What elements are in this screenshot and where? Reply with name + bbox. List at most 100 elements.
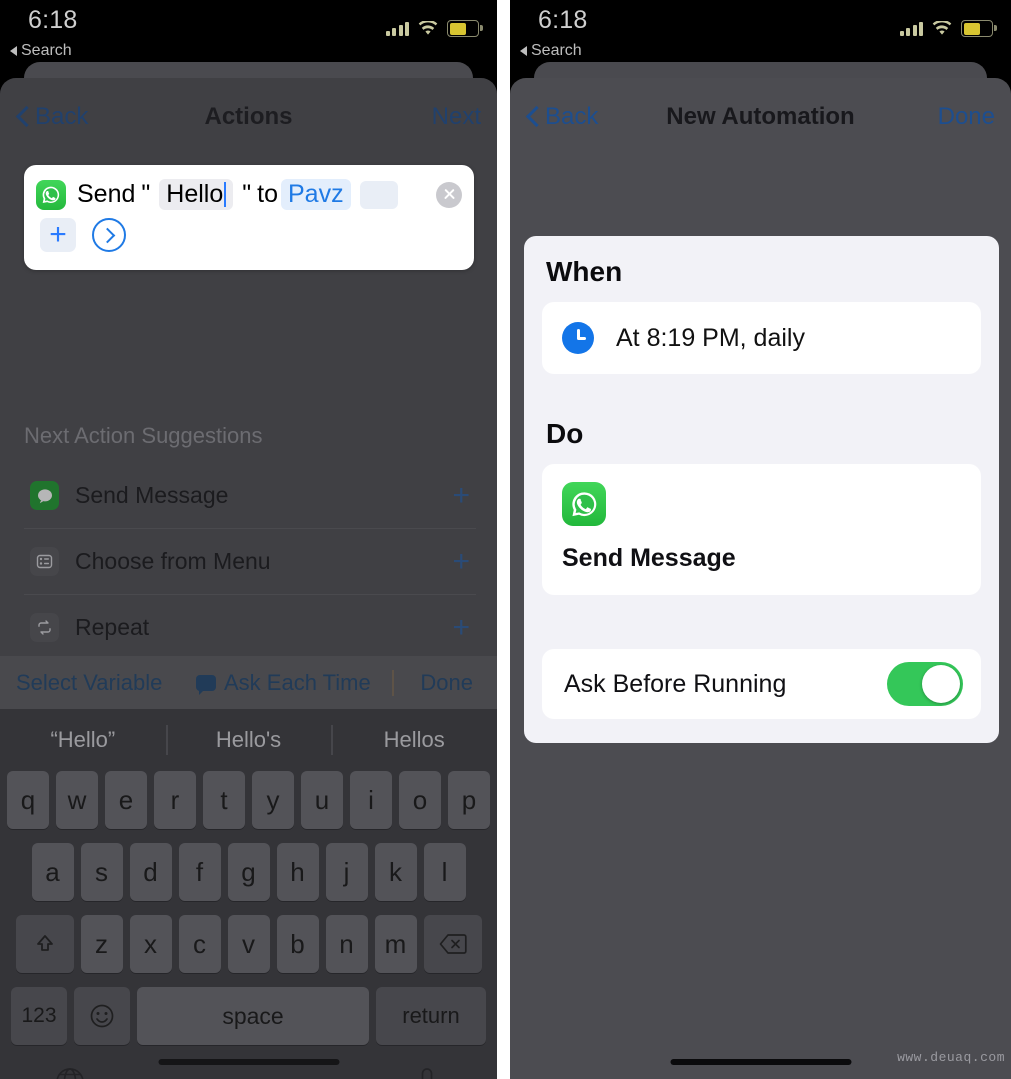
do-heading: Do bbox=[546, 418, 584, 449]
keyboard-done-button[interactable]: Done bbox=[420, 670, 473, 696]
trigger-label: At 8:19 PM, daily bbox=[616, 323, 805, 352]
key-c[interactable]: c bbox=[178, 915, 221, 973]
add-action-button[interactable]: + bbox=[452, 480, 470, 511]
keyboard-row-3: zxcvbnm bbox=[3, 915, 494, 973]
return-key[interactable]: return bbox=[376, 987, 486, 1045]
new-automation-sheet: Back New Automation Done When At 8:19 PM… bbox=[510, 78, 1011, 1079]
status-back-label: Search bbox=[531, 42, 582, 59]
key-x[interactable]: x bbox=[129, 915, 172, 973]
key-t[interactable]: t bbox=[203, 771, 245, 829]
add-action-button[interactable]: + bbox=[452, 546, 470, 577]
numbers-key[interactable]: 123 bbox=[11, 987, 67, 1045]
key-n[interactable]: n bbox=[325, 915, 368, 973]
suggestion-divider bbox=[331, 725, 333, 755]
key-d[interactable]: d bbox=[129, 843, 172, 901]
back-button-label: Back bbox=[35, 103, 89, 130]
key-g[interactable]: g bbox=[227, 843, 270, 901]
quote-open: " bbox=[141, 180, 151, 208]
back-button[interactable]: Back bbox=[526, 103, 598, 131]
action-row[interactable]: Send Message bbox=[542, 464, 981, 595]
phone-screenshot-right: 6:18 Search Back New Automation Done Whe… bbox=[510, 0, 1011, 1079]
key-u[interactable]: u bbox=[301, 771, 343, 829]
key-r[interactable]: r bbox=[154, 771, 196, 829]
emoji-key[interactable] bbox=[74, 987, 130, 1045]
predictive-suggestions-bar: “Hello” Hello's Hellos bbox=[0, 709, 497, 771]
message-input[interactable]: Hello bbox=[159, 179, 234, 210]
key-j[interactable]: j bbox=[325, 843, 368, 901]
keyboard-row-2: asdfghjkl bbox=[3, 843, 494, 901]
ask-before-running-row[interactable]: Ask Before Running bbox=[542, 649, 981, 719]
whatsapp-icon bbox=[36, 179, 66, 210]
keyboard-rows: qwertyuiop asdfghjkl zxcvbnm 123 space r… bbox=[0, 771, 497, 1079]
phone-screenshot-left: 6:18 Search Back Actions Next Next Actio… bbox=[0, 0, 497, 1079]
key-l[interactable]: l bbox=[423, 843, 466, 901]
keyboard-row-1: qwertyuiop bbox=[3, 771, 494, 829]
key-p[interactable]: p bbox=[448, 771, 490, 829]
add-action-button[interactable]: + bbox=[452, 612, 470, 643]
nav-bar-left: Back Actions Next bbox=[0, 78, 497, 156]
menu-list-icon bbox=[30, 547, 59, 576]
select-variable-button[interactable]: Select Variable bbox=[16, 670, 162, 696]
clear-text-icon[interactable] bbox=[436, 181, 462, 208]
microphone-icon[interactable] bbox=[410, 1065, 444, 1079]
action-sentence: Send " Hello " to Pavz bbox=[24, 165, 474, 210]
key-k[interactable]: k bbox=[374, 843, 417, 901]
ask-before-running-toggle[interactable] bbox=[887, 662, 963, 706]
status-back-to-search[interactable]: Search bbox=[520, 42, 582, 60]
keyboard-accessory-bar: Select Variable Ask Each Time Done bbox=[0, 656, 497, 709]
home-indicator bbox=[670, 1059, 851, 1065]
recipient-add-field[interactable] bbox=[359, 180, 398, 209]
action-editor-card[interactable]: Send " Hello " to Pavz + bbox=[24, 165, 474, 270]
panel-gap bbox=[497, 0, 510, 1079]
key-q[interactable]: q bbox=[7, 771, 49, 829]
recipient-field[interactable]: Pavz bbox=[280, 179, 351, 210]
key-f[interactable]: f bbox=[178, 843, 221, 901]
key-s[interactable]: s bbox=[80, 843, 123, 901]
message-value: Hello bbox=[166, 180, 224, 208]
key-y[interactable]: y bbox=[252, 771, 294, 829]
key-o[interactable]: o bbox=[399, 771, 441, 829]
wifi-icon bbox=[418, 21, 438, 36]
shift-key[interactable] bbox=[15, 915, 74, 973]
ask-each-time-label: Ask Each Time bbox=[224, 669, 371, 695]
key-i[interactable]: i bbox=[350, 771, 392, 829]
predictive-suggestion[interactable]: “Hello” bbox=[0, 727, 166, 753]
key-z[interactable]: z bbox=[80, 915, 123, 973]
globe-icon[interactable] bbox=[53, 1065, 87, 1079]
key-a[interactable]: a bbox=[31, 843, 74, 901]
signal-bars-icon bbox=[385, 21, 409, 36]
key-v[interactable]: v bbox=[227, 915, 270, 973]
status-back-to-search[interactable]: Search bbox=[10, 42, 72, 60]
back-button[interactable]: Back bbox=[16, 103, 88, 131]
status-indicators bbox=[899, 20, 997, 37]
trigger-row[interactable]: At 8:19 PM, daily bbox=[542, 302, 981, 374]
action-prefix: Send bbox=[77, 180, 136, 208]
list-item-label: Repeat bbox=[75, 614, 150, 640]
predictive-suggestion[interactable]: Hello's bbox=[166, 727, 332, 753]
list-item[interactable]: Send Message + bbox=[24, 463, 476, 529]
when-heading: When bbox=[546, 256, 623, 287]
status-indicators bbox=[385, 20, 483, 37]
key-h[interactable]: h bbox=[276, 843, 319, 901]
backspace-key[interactable] bbox=[423, 915, 482, 973]
space-key[interactable]: space bbox=[137, 987, 369, 1045]
key-b[interactable]: b bbox=[276, 915, 319, 973]
done-button[interactable]: Done bbox=[938, 103, 995, 131]
accessory-divider bbox=[392, 670, 394, 696]
list-item[interactable]: Repeat + bbox=[24, 595, 476, 660]
chevron-right-circle-icon[interactable] bbox=[92, 218, 126, 252]
suggestions-heading: Next Action Suggestions bbox=[24, 423, 263, 448]
whatsapp-icon bbox=[562, 482, 606, 526]
list-item-label: Send Message bbox=[75, 482, 229, 508]
key-e[interactable]: e bbox=[105, 771, 147, 829]
predictive-suggestion[interactable]: Hellos bbox=[331, 727, 497, 753]
back-button-label: Back bbox=[545, 103, 599, 130]
action-connector: to bbox=[257, 180, 278, 208]
ask-each-time-button[interactable]: Ask Each Time bbox=[196, 670, 371, 696]
status-back-label: Search bbox=[21, 42, 72, 59]
list-item[interactable]: Choose from Menu + bbox=[24, 529, 476, 595]
next-button[interactable]: Next bbox=[432, 103, 481, 131]
add-variable-button[interactable]: + bbox=[40, 218, 76, 252]
key-m[interactable]: m bbox=[374, 915, 417, 973]
key-w[interactable]: w bbox=[56, 771, 98, 829]
